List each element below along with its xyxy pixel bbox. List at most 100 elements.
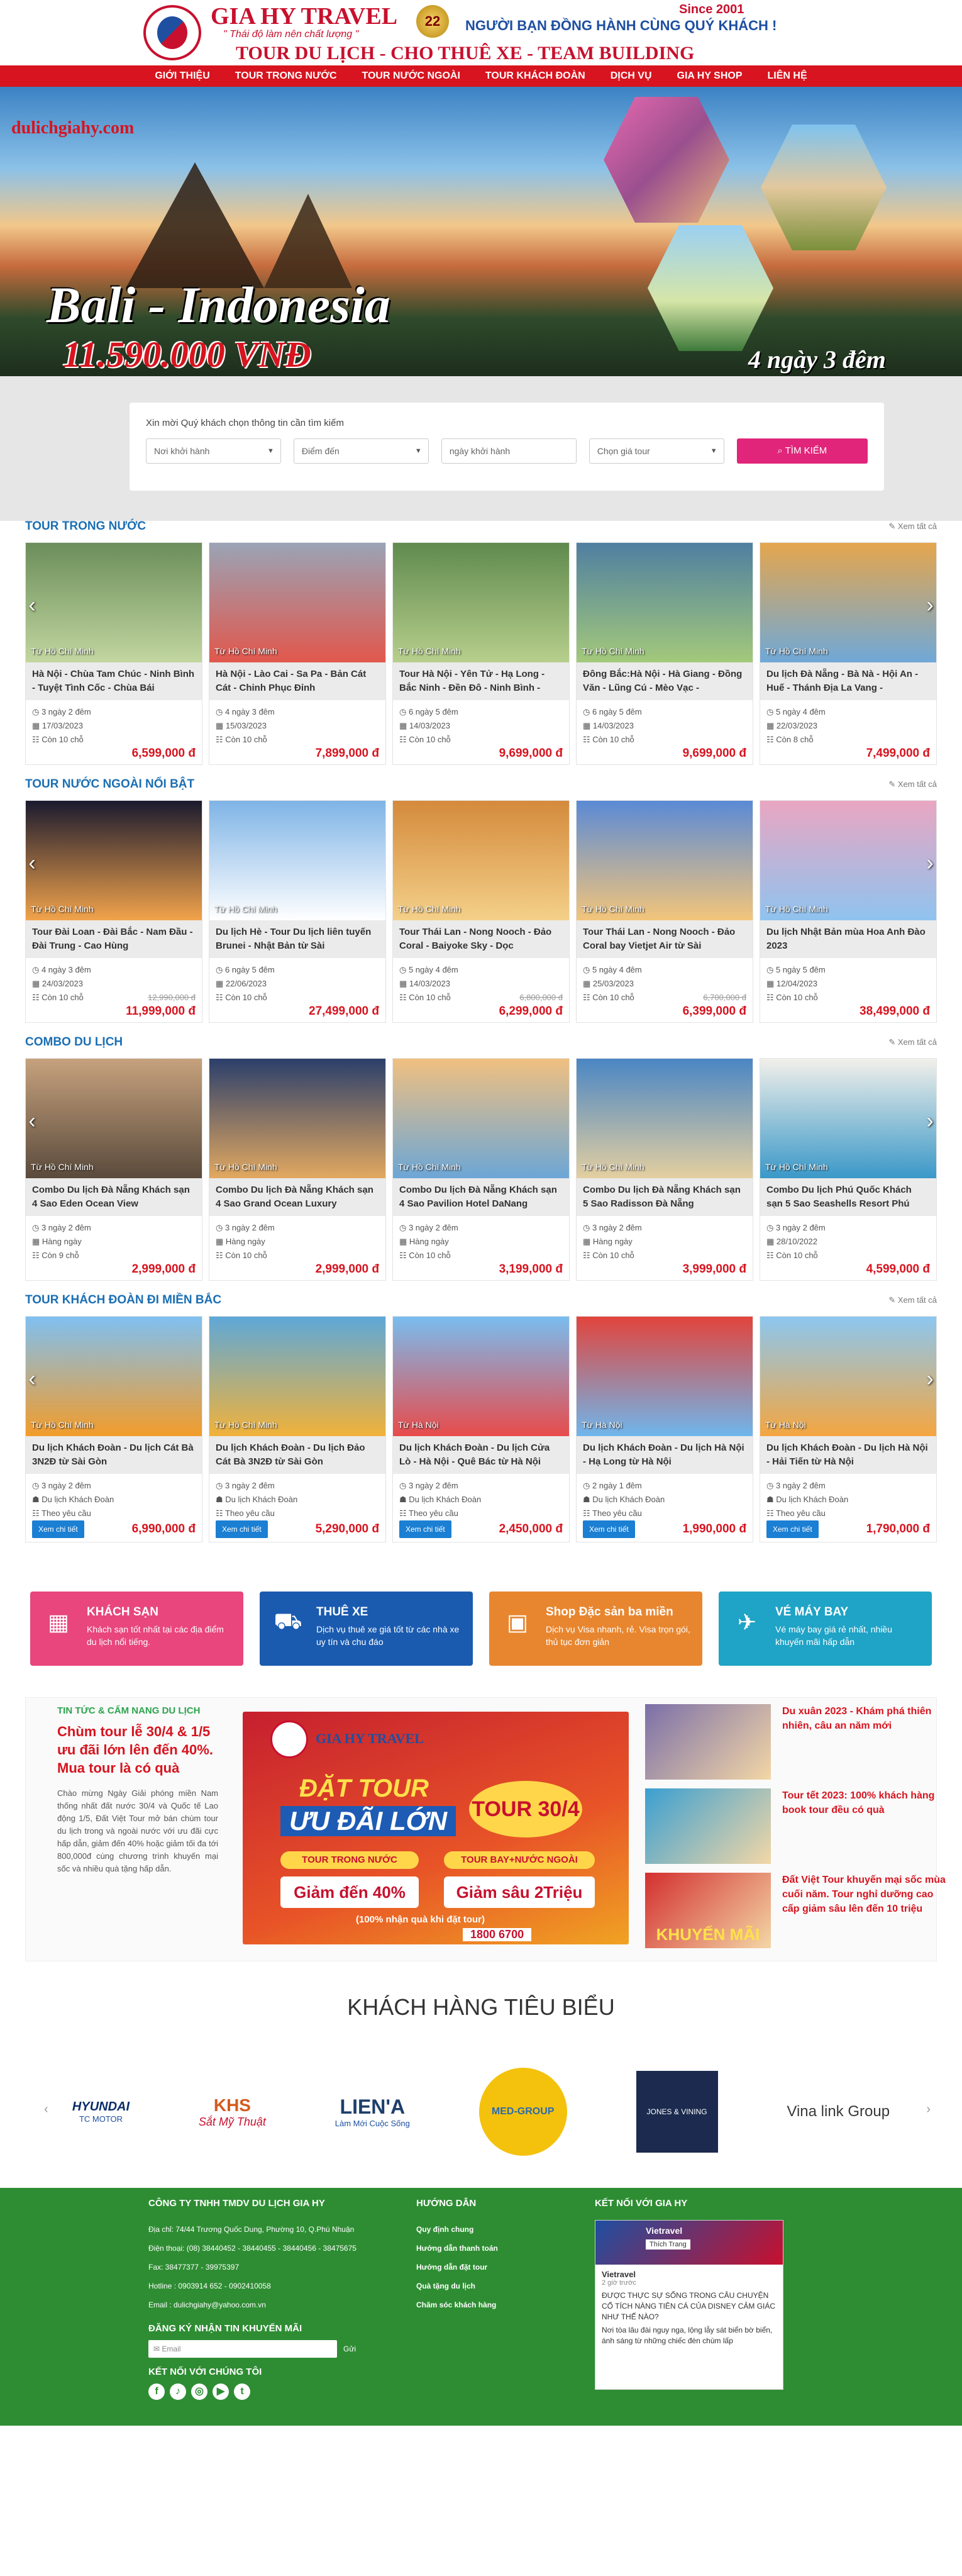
tour-image[interactable]: Từ Hồ Chí Minh [26,1059,202,1178]
site-logo[interactable] [143,5,201,60]
tour-name[interactable]: Du lịch Khách Đoàn - Du lịch Cửa Lò - Hà… [393,1436,569,1474]
section-title[interactable]: TOUR NƯỚC NGOÀI NỔI BẬT [25,778,194,791]
service-card[interactable]: ⛟ THUÊ XE Dịch vụ thuê xe giá tốt từ các… [260,1592,473,1666]
tour-image[interactable]: Từ Hồ Chí Minh [393,543,569,662]
nav-item-gioi-thieu[interactable]: GIỚI THIỆU [142,65,222,87]
tour-image[interactable]: Từ Hồ Chí Minh [393,1059,569,1178]
nav-item-tour-khach-doan[interactable]: TOUR KHÁCH ĐOÀN [473,65,598,87]
subscribe-email-input[interactable]: ✉ Email [148,2340,337,2358]
tour-image[interactable]: Từ Hà Nội [577,1317,753,1436]
tour-card[interactable]: Từ Hồ Chí Minh Du lịch Nhật Bản mùa Hoa … [760,800,937,1023]
service-card[interactable]: ▣ Shop Đặc sản ba miền Dịch vụ Visa nhan… [489,1592,702,1666]
price-select[interactable]: Chọn giá tour ▼ [589,438,724,464]
tour-name[interactable]: Tour Hà Nội - Yên Tử - Hạ Long - Bắc Nin… [393,662,569,700]
view-detail-button[interactable]: Xem chi tiết [32,1520,84,1538]
section-title[interactable]: TOUR TRONG NƯỚC [25,520,146,533]
tour-card[interactable]: Từ Hồ Chí Minh Tour Đài Loan - Đài Bắc -… [25,800,202,1023]
carousel-next-button[interactable]: › [921,1108,939,1134]
tour-image[interactable]: Từ Hồ Chí Minh [26,801,202,920]
news-title[interactable]: Tour tết 2023: 100% khách hàng book tour… [782,1788,947,1873]
news-thumbnail[interactable] [645,1704,771,1780]
view-all-link[interactable]: ✎ Xem tất cả [888,1037,937,1047]
customer-logo[interactable]: MED-GROUP [478,2068,567,2156]
tour-card[interactable]: Từ Hồ Chí Minh Combo Du lịch Đà Nẵng Khá… [392,1058,570,1281]
facebook-icon[interactable]: f [148,2384,165,2400]
tour-name[interactable]: Combo Du lịch Đà Nẵng Khách sạn 4 Sao Pa… [393,1178,569,1216]
customer-logo[interactable]: JONES & VINING [636,2071,718,2153]
twitter-icon[interactable]: t [234,2384,250,2400]
tour-image[interactable]: Từ Hồ Chí Minh [393,801,569,920]
tour-card[interactable]: Từ Hồ Chí Minh Tour Hà Nội - Yên Tử - Hạ… [392,542,570,765]
tour-name[interactable]: Du lịch Nhật Bản mùa Hoa Anh Đào 2023 [760,920,936,958]
news-thumbnail[interactable]: KHUYẾN MÃI [645,1873,771,1948]
customer-logo[interactable]: Vina link Group [787,2103,890,2121]
facebook-widget[interactable]: Vietravel Thích Trang Vietravel 2 giờ tr… [595,2220,783,2390]
tour-card[interactable]: Từ Hồ Chí Minh Tour Thái Lan - Nong Nooc… [576,800,753,1023]
fb-page-name[interactable]: Vietravel [646,2226,682,2236]
tour-name[interactable]: Du lịch Khách Đoàn - Du lịch Cát Bà 3N2Đ… [26,1436,202,1474]
tour-name[interactable]: Combo Du lịch Đà Nẵng Khách sạn 4 Sao Ed… [26,1178,202,1216]
footer-guide-link[interactable]: Chăm sóc khách hàng [416,2295,542,2314]
customer-logo[interactable]: HYUNDAI TC MOTOR [72,2100,130,2124]
nav-item-lien-he[interactable]: LIÊN HỆ [755,65,820,87]
promo-banner[interactable]: GIA HY TRAVEL ĐẶT TOUR ƯU ĐÃI LỚN TOUR 3… [243,1712,629,1944]
tour-image[interactable]: Từ Hồ Chí Minh [577,801,753,920]
carousel-next-button[interactable]: › [921,1366,939,1391]
view-all-link[interactable]: ✎ Xem tất cả [888,1295,937,1305]
tour-card[interactable]: Từ Hồ Chí Minh Combo Du lịch Đà Nẵng Khá… [576,1058,753,1281]
tour-card[interactable]: Từ Hà Nội Du lịch Khách Đoàn - Du lịch H… [760,1316,937,1542]
carousel-prev-button[interactable]: ‹ [23,850,41,876]
tour-name[interactable]: Du lịch Khách Đoàn - Du lịch Đảo Cát Bà … [209,1436,385,1474]
tour-name[interactable]: Đông Bắc:Hà Nội - Hà Giang - Đồng Văn - … [577,662,753,700]
tour-name[interactable]: Hà Nội - Chùa Tam Chúc - Ninh Bình - Tuy… [26,662,202,700]
instagram-icon[interactable]: ◎ [191,2384,207,2400]
news-title[interactable]: Du xuân 2023 - Khám phá thiên nhiên, câu… [782,1704,947,1788]
tour-name[interactable]: Du lịch Khách Đoàn - Du lịch Hà Nội - Hạ… [577,1436,753,1474]
tour-name[interactable]: Tour Thái Lan - Nong Nooch - Đảo Coral -… [393,920,569,958]
tour-image[interactable]: Từ Hồ Chí Minh [577,543,753,662]
carousel-next-button[interactable]: › [921,850,939,876]
nav-item-dich-vu[interactable]: DỊCH VỤ [598,65,665,87]
departure-select[interactable]: Nơi khởi hành ▼ [146,438,281,464]
hero-banner[interactable]: dulichgiahy.com Bali - Indonesia 11.590.… [0,87,962,376]
tour-name[interactable]: Du lịch Đà Nẵng - Bà Nà - Hội An - Huế -… [760,662,936,700]
tour-name[interactable]: Hà Nội - Lào Cai - Sa Pa - Bản Cát Cát -… [209,662,385,700]
news-item[interactable]: Du xuân 2023 - Khám phá thiên nhiên, câu… [645,1704,947,1788]
tour-card[interactable]: Từ Hồ Chí Minh Du lịch Hè - Tour Du lịch… [209,800,386,1023]
news-title[interactable]: Đất Việt Tour khuyến mại sốc mùa cuối nă… [782,1873,947,1957]
tour-image[interactable]: Từ Hồ Chí Minh [577,1059,753,1178]
destination-select[interactable]: Điểm đến ▼ [293,438,429,464]
logos-prev-button[interactable]: ‹ [44,2102,48,2117]
view-detail-button[interactable]: Xem chi tiết [399,1520,451,1538]
footer-guide-link[interactable]: Quà tặng du lịch [416,2277,542,2295]
tour-card[interactable]: Từ Hồ Chí Minh Combo Du lịch Đà Nẵng Khá… [209,1058,386,1281]
carousel-next-button[interactable]: › [921,593,939,618]
footer-guide-link[interactable]: Hướng dẫn thanh toán [416,2239,542,2258]
view-all-link[interactable]: ✎ Xem tất cả [888,521,937,532]
tour-card[interactable]: Từ Hồ Chí Minh Combo Du lịch Phú Quốc Kh… [760,1058,937,1281]
nav-item-tour-trong-nuoc[interactable]: TOUR TRONG NƯỚC [223,65,350,87]
tour-image[interactable]: Từ Hồ Chí Minh [209,1317,385,1436]
view-all-link[interactable]: ✎ Xem tất cả [888,779,937,789]
tour-card[interactable]: Từ Hồ Chí Minh Hà Nội - Lào Cai - Sa Pa … [209,542,386,765]
footer-guide-link[interactable]: Quy định chung [416,2220,542,2239]
tour-name[interactable]: Tour Thái Lan - Nong Nooch - Đảo Coral b… [577,920,753,958]
tour-image[interactable]: Từ Hồ Chí Minh [209,543,385,662]
tour-card[interactable]: Từ Hồ Chí Minh Hà Nội - Chùa Tam Chúc - … [25,542,202,765]
tour-image[interactable]: Từ Hồ Chí Minh [760,543,936,662]
tour-card[interactable]: Từ Hồ Chí Minh Du lịch Đà Nẵng - Bà Nà -… [760,542,937,765]
tour-card[interactable]: Từ Hồ Chí Minh Combo Du lịch Đà Nẵng Khá… [25,1058,202,1281]
fb-like-button[interactable]: Thích Trang [646,2239,690,2250]
tour-card[interactable]: Từ Hồ Chí Minh Tour Thái Lan - Nong Nooc… [392,800,570,1023]
tour-name[interactable]: Du lịch Hè - Tour Du lịch liên tuyến Bru… [209,920,385,958]
tour-image[interactable]: Từ Hồ Chí Minh [760,801,936,920]
tiktok-icon[interactable]: ♪ [170,2384,186,2400]
section-title[interactable]: TOUR KHÁCH ĐOÀN ĐI MIỀN BẮC [25,1293,221,1307]
tour-image[interactable]: Từ Hồ Chí Minh [26,1317,202,1436]
service-card[interactable]: ▦ KHÁCH SẠN Khách sạn tốt nhất tại các đ… [30,1592,243,1666]
tour-image[interactable]: Từ Hà Nội [393,1317,569,1436]
tour-image[interactable]: Từ Hồ Chí Minh [26,543,202,662]
news-thumbnail[interactable] [645,1788,771,1864]
departure-date-input[interactable]: ngày khởi hành [441,438,577,464]
carousel-prev-button[interactable]: ‹ [23,1366,41,1391]
